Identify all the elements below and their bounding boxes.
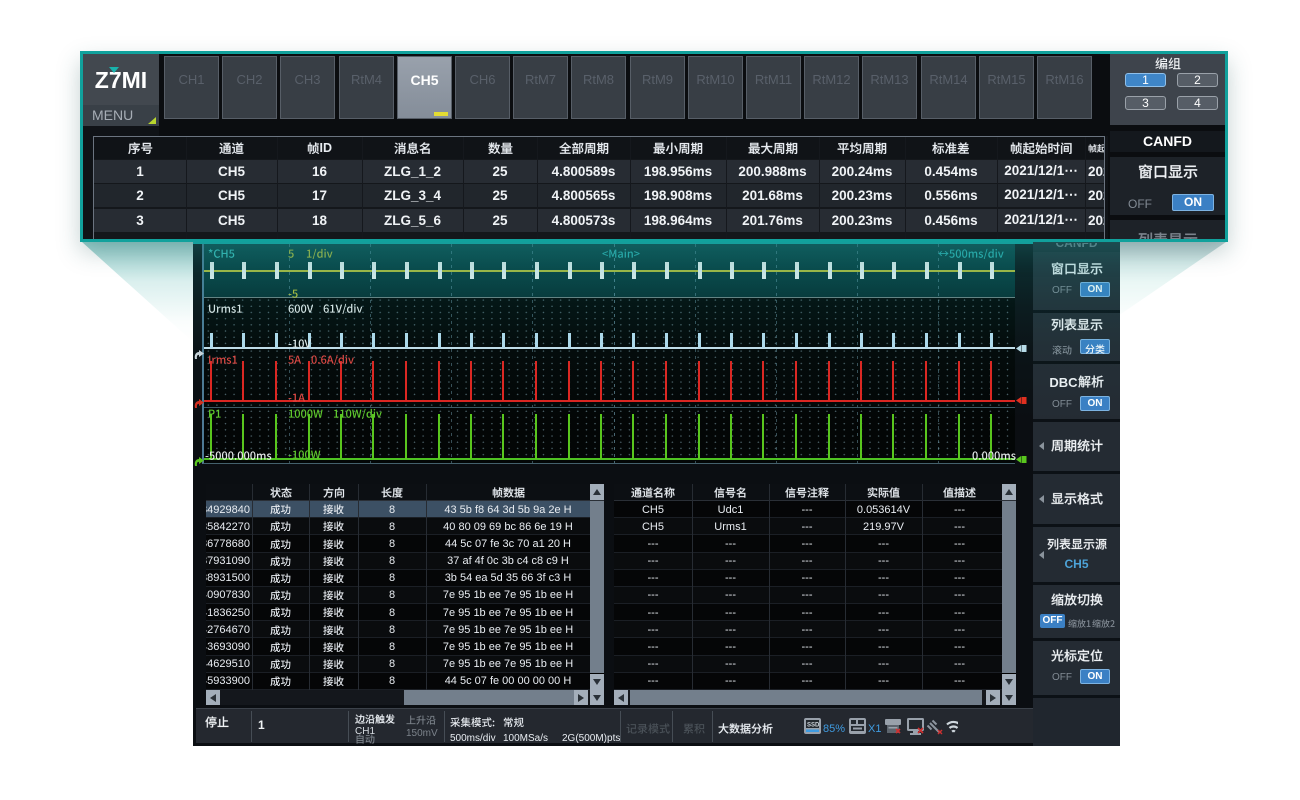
svg-text:SSD: SSD bbox=[807, 723, 820, 729]
svg-text:85%: 85% bbox=[823, 723, 845, 735]
svg-text:X1: X1 bbox=[868, 723, 881, 735]
